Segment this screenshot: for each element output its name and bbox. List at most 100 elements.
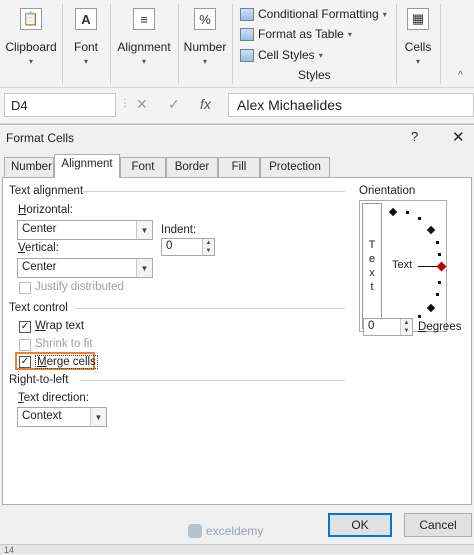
vertical-value: Center [22, 261, 57, 273]
chevron-down-icon: ▾ [141, 57, 146, 66]
cancel-entry-icon[interactable]: ✕ [136, 96, 148, 113]
dialog-title: Format Cells [6, 131, 75, 145]
clipboard-group[interactable]: 📋 Clipboard ▾ [4, 0, 58, 88]
number-icon: % [194, 8, 216, 30]
wrap-text-checkbox[interactable]: ✓ [19, 321, 31, 333]
text-alignment-heading: Text alignment [9, 185, 84, 197]
chevron-down-icon: ▾ [415, 57, 420, 66]
font-icon: A [75, 8, 97, 30]
format-as-table-icon [240, 27, 254, 41]
insert-function-icon[interactable]: fx [200, 96, 211, 112]
name-box[interactable]: D4 [4, 93, 116, 117]
section-divider [83, 191, 345, 192]
indent-spinner[interactable]: 0 ▲ ▼ [161, 238, 215, 256]
font-group[interactable]: A Font ▾ [66, 0, 106, 88]
cell-styles-icon [240, 48, 254, 62]
number-group[interactable]: % Number ▾ [182, 0, 228, 88]
right-to-left-heading: Right-to-left [9, 374, 69, 386]
vertical-text-box[interactable]: T e x t [362, 203, 382, 329]
degrees-value: 0 [368, 320, 375, 332]
indent-label: Indent: [161, 224, 197, 236]
chevron-down-icon: ▾ [83, 57, 88, 66]
orientation-heading: Orientation [359, 185, 416, 197]
number-label: Number [183, 40, 227, 54]
ribbon-divider [396, 4, 397, 84]
dial-dot [418, 315, 421, 318]
tab-fill[interactable]: Fill [218, 157, 260, 177]
justify-distributed-label: Justify distributed [35, 281, 124, 293]
formula-input[interactable]: Alex Michaelides [228, 93, 474, 117]
ribbon-divider [440, 4, 441, 84]
font-label: Font [73, 40, 98, 54]
dial-dot [418, 217, 421, 220]
spinner-arrows-icon[interactable]: ▲ ▼ [400, 319, 412, 335]
section-divider [75, 308, 345, 309]
dial-dot [436, 241, 439, 244]
vertical-text-letter: t [370, 281, 374, 293]
format-as-table-label: Format as Table [258, 27, 344, 41]
spinner-arrows-icon[interactable]: ▲ ▼ [202, 239, 214, 255]
clipboard-icon: 📋 [20, 8, 42, 30]
chevron-down-icon: ▾ [347, 29, 352, 39]
chevron-down-icon: ▾ [318, 50, 323, 60]
name-box-resize-icon[interactable]: ⋮ [120, 98, 130, 109]
ribbon-divider [232, 4, 233, 84]
vertical-label: Vertical: [18, 242, 59, 254]
text-control-heading: Text control [9, 302, 68, 314]
cells-icon: ▦ [407, 8, 429, 30]
chevron-down-icon: ▼ [136, 221, 152, 239]
text-direction-select[interactable]: Context ▼ [17, 407, 107, 427]
alignment-panel: Text alignment Horizontal: Center ▼ Inde… [2, 177, 472, 505]
degrees-spinner[interactable]: 0 ▲ ▼ [363, 318, 413, 336]
orientation-pointer[interactable] [436, 261, 447, 272]
tab-font[interactable]: Font [120, 157, 166, 177]
section-divider [81, 380, 345, 381]
formula-bar: D4 ⋮ ✕ ✓ fx Alex Michaelides [0, 88, 474, 124]
alignment-group[interactable]: ≡ Alignment ▾ [114, 0, 174, 88]
conditional-formatting-label: Conditional Formatting [258, 7, 379, 21]
tab-alignment[interactable]: Alignment [54, 154, 120, 178]
orientation-dial[interactable]: T e x t Text [359, 200, 447, 332]
cells-group[interactable]: ▦ Cells ▾ [402, 0, 434, 88]
ribbon: 📋 Clipboard ▾ A Font ▾ ≡ Alignment ▾ % N… [0, 0, 474, 88]
vertical-text-letter: T [368, 239, 376, 251]
shrink-to-fit-label: Shrink to fit [35, 338, 93, 350]
horizontal-value: Center [22, 223, 57, 235]
indent-value: 0 [166, 240, 173, 252]
horizontal-label: Horizontal: [18, 204, 73, 216]
wrap-text-label: Wrap text [35, 320, 85, 332]
dial-mark [388, 207, 398, 217]
vertical-select[interactable]: Center ▼ [17, 258, 153, 278]
enter-entry-icon[interactable]: ✓ [168, 96, 180, 113]
degrees-label: Degrees [418, 321, 462, 333]
sheet-row-strip: 14 [0, 544, 474, 555]
tab-protection[interactable]: Protection [260, 157, 330, 177]
conditional-formatting-icon [240, 7, 254, 21]
alignment-label: Alignment [117, 40, 171, 54]
ok-button[interactable]: OK [328, 513, 392, 537]
horizontal-select[interactable]: Center ▼ [17, 220, 153, 240]
dial-dot [406, 211, 409, 214]
dial-dot [436, 293, 439, 296]
help-icon[interactable]: ? [411, 129, 418, 144]
text-direction-value: Context [22, 410, 62, 422]
collapse-ribbon-icon[interactable]: ^ [458, 70, 463, 81]
merge-cells-checkbox[interactable]: ✓ [19, 356, 31, 368]
close-icon[interactable]: ✕ [452, 128, 465, 146]
cell-styles-button[interactable]: Cell Styles ▾ [240, 45, 323, 65]
chevron-down-icon: ▾ [28, 57, 33, 66]
format-as-table-button[interactable]: Format as Table ▾ [240, 24, 352, 44]
ribbon-divider [178, 4, 179, 84]
tab-strip: Number Alignment Font Border Fill Protec… [2, 154, 472, 179]
justify-distributed-checkbox[interactable] [19, 282, 31, 294]
format-cells-dialog: Format Cells ? ✕ Number Alignment Font B… [0, 124, 474, 544]
alignment-icon: ≡ [133, 8, 155, 30]
conditional-formatting-button[interactable]: Conditional Formatting ▾ [240, 4, 387, 24]
text-direction-label: Text direction: [18, 392, 89, 404]
ribbon-divider [62, 4, 63, 84]
cancel-button[interactable]: Cancel [404, 513, 472, 537]
vertical-text-letter: x [369, 267, 375, 279]
tab-number[interactable]: Number [4, 157, 54, 177]
tab-border[interactable]: Border [166, 157, 218, 177]
shrink-to-fit-checkbox[interactable] [19, 339, 31, 351]
